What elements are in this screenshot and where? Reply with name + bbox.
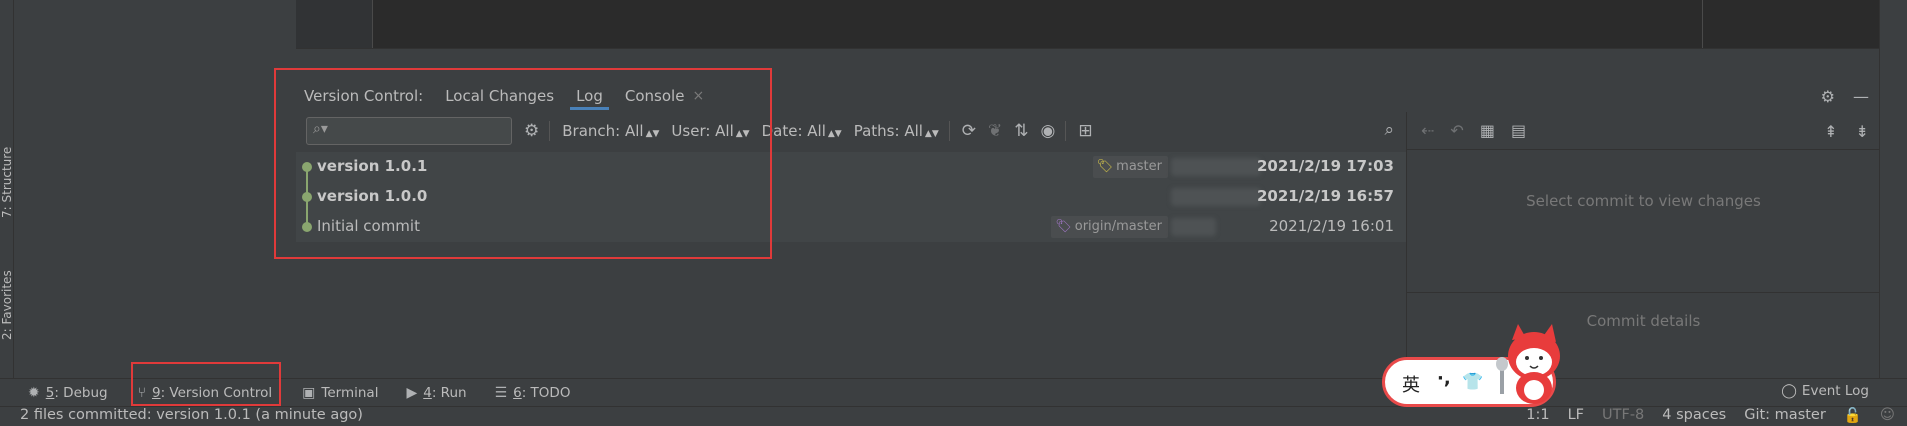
toolbar-divider [549,121,551,141]
ime-punctuation-icon[interactable]: ·, [1437,368,1451,389]
commit-message: Initial commit [317,217,420,235]
tool-window-bar: ✹ 5: Debug ⑂ 9: Version Control ▣ Terminal … [0,378,1907,406]
group-by-icon[interactable]: ▦ [1480,121,1495,140]
file-encoding[interactable]: UTF-8 [1602,407,1644,424]
terminal-icon: ▣ [302,384,316,401]
ime-mascot-icon[interactable] [1496,322,1566,406]
panel-title: Version Control: [304,87,424,105]
editor-pane [296,0,1879,48]
search-icon: ⌕▾ [313,121,328,137]
commit-date: 2021/2/19 17:03 [1257,157,1394,175]
event-log-icon: ◯ [1781,383,1797,399]
git-branch[interactable]: Git: master [1744,407,1826,424]
close-console-icon[interactable]: × [692,88,704,104]
sort-icon[interactable]: ⇅ [1014,121,1028,141]
commit-date: 2021/2/19 16:01 [1269,217,1394,235]
remote-branch-tag: 🏷 origin/master [1051,216,1168,238]
refresh-icon[interactable]: ⟳ [962,121,976,141]
inspector-icon[interactable]: ☺ [1880,407,1895,424]
user-filter[interactable]: User: All ▲▼ [671,122,749,140]
log-toolbar: ⌕▾ ⚙ Branch: All ▲▼ User: All ▲▼ Date: All… [296,112,1406,150]
branch-tag: 🏷 master [1092,156,1168,178]
search-input[interactable]: ⌕▾ [306,117,512,145]
commit-date: 2021/2/19 16:57 [1257,187,1394,205]
details-divider [1407,292,1880,293]
empty-changes-text: Select commit to view changes [1526,192,1761,210]
terminal-tab[interactable]: ▣ Terminal [302,385,378,401]
commit-details-panel: ⇠ ↶ ▦ ▤ ⇞ ⇟ Select commit to view change… [1406,112,1880,378]
tab-log[interactable]: Log [570,80,609,112]
ime-language[interactable]: 英 [1402,371,1420,397]
date-filter[interactable]: Date: All ▲▼ [762,122,842,140]
commit-row[interactable]: version 1.0.0 2021/2/19 16:57 [296,182,1406,212]
version-control-header: Version Control: Local Changes Log Conso… [296,80,1879,112]
caret-position[interactable]: 1:1 [1526,407,1549,424]
event-log-tab[interactable]: ◯ Event Log [1781,383,1869,399]
commit-row[interactable]: Initial commit 🏷 origin/master 2021/2/19 … [296,212,1406,242]
author-redacted [1171,158,1261,176]
commit-graph-dot [302,222,312,232]
find-icon[interactable]: ⌕ [1384,120,1394,140]
settings-icon[interactable]: ⚙ [524,121,539,141]
status-bar: 2 files committed: version 1.0.1 (a minu… [0,406,1907,426]
right-tool-strip [1879,0,1907,378]
branch-filter[interactable]: Branch: All ▲▼ [562,122,659,140]
run-icon: ▶ [406,384,418,401]
paths-filter[interactable]: Paths: All ▲▼ [854,122,939,140]
tag-icon: 🏷 [1055,219,1072,234]
commit-graph-dot [302,192,312,202]
commit-message: version 1.0.0 [317,187,428,205]
author-redacted [1171,218,1216,236]
revert-icon[interactable]: ↶ [1450,121,1463,140]
ime-skin-icon[interactable]: 👕 [1462,372,1483,392]
version-control-tab[interactable]: ⑂ 9: Version Control [138,385,273,401]
layout-icon[interactable]: ▤ [1511,121,1526,140]
indent-setting[interactable]: 4 spaces [1662,407,1726,424]
eye-icon[interactable]: ◉ [1041,121,1056,141]
lock-icon[interactable]: 🔓 [1844,407,1862,424]
cherry-pick-icon[interactable]: ❦ [988,121,1002,141]
commit-log-table: version 1.0.1 🏷 master 2021/2/19 17:03 ve… [296,152,1406,242]
commit-graph-dot [302,162,312,172]
new-tab-icon[interactable]: ⊞ [1078,121,1092,141]
author-redacted [1171,188,1261,206]
empty-details-text: Commit details [1586,312,1701,330]
editor-gutter [296,0,373,48]
editor-divider [1702,0,1703,48]
left-tool-strip: 7: Structure 2: Favorites [0,0,14,378]
todo-tab[interactable]: ☰ 6: TODO [495,385,571,401]
expand-all-icon[interactable]: ⇞ [1824,122,1837,141]
minimize-icon[interactable]: — [1853,87,1869,106]
status-message[interactable]: 2 files committed: version 1.0.1 (a minu… [20,407,363,423]
toolbar-divider [1065,121,1067,141]
gear-icon[interactable]: ⚙ [1821,87,1835,106]
tab-console[interactable]: Console [625,80,685,112]
collapse-all-icon[interactable]: ⇟ [1856,122,1869,141]
line-separator[interactable]: LF [1568,407,1584,424]
tab-local-changes[interactable]: Local Changes [445,80,554,112]
editor-status-strip [296,48,1879,80]
run-tab[interactable]: ▶ 4: Run [406,385,466,401]
commit-message: version 1.0.1 [317,157,428,175]
favorites-tab[interactable]: 2: Favorites [0,262,14,348]
commit-row[interactable]: version 1.0.1 🏷 master 2021/2/19 17:03 [296,152,1406,182]
vcs-branch-icon: ⑂ [137,384,146,401]
tag-icon: 🏷 [1096,159,1114,174]
show-diff-icon[interactable]: ⇠ [1421,121,1434,140]
debug-tab[interactable]: ✹ 5: Debug [28,385,108,401]
todo-icon: ☰ [494,384,508,401]
structure-tab[interactable]: 7: Structure [0,142,14,222]
debug-icon: ✹ [28,384,40,401]
details-toolbar: ⇠ ↶ ▦ ▤ ⇞ ⇟ [1407,112,1879,150]
toolbar-divider [948,121,950,141]
